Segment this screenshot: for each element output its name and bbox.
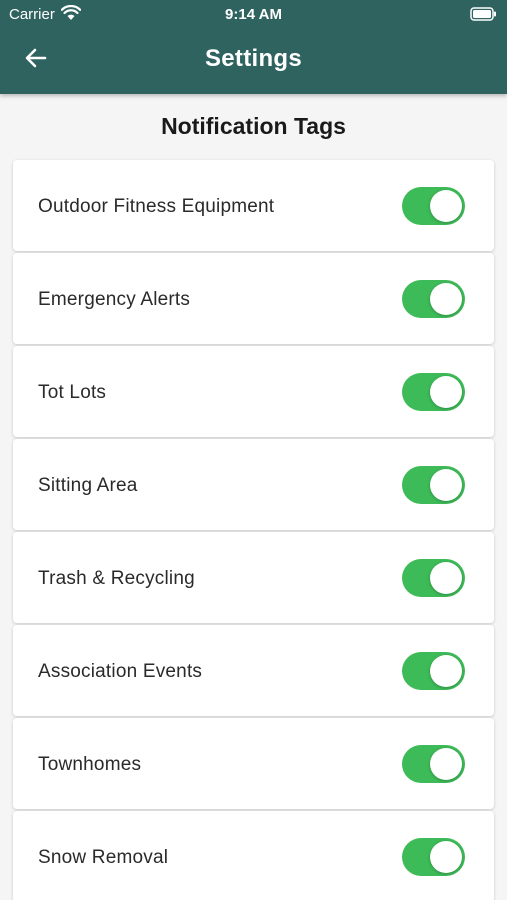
status-bar: Carrier 9:14 AM — [0, 0, 507, 28]
status-time: 9:14 AM — [225, 6, 282, 23]
tag-toggle[interactable] — [402, 838, 465, 876]
page-title: Settings — [204, 45, 303, 72]
tag-label: Association Events — [38, 661, 203, 682]
tag-toggle[interactable] — [402, 280, 465, 318]
toggle-knob — [430, 283, 462, 315]
section-title: Notification Tags — [161, 113, 346, 139]
tag-toggle[interactable] — [402, 373, 465, 411]
toggle-knob — [430, 376, 462, 408]
tag-label: Outdoor Fitness Equipment — [38, 196, 275, 217]
tag-toggle[interactable] — [402, 652, 465, 690]
list-item: Snow Removal — [13, 811, 494, 900]
notification-tags-list: Outdoor Fitness Equipment Emergency Aler… — [13, 160, 494, 900]
list-item: Outdoor Fitness Equipment — [13, 160, 494, 251]
tag-toggle[interactable] — [402, 559, 465, 597]
tag-label: Emergency Alerts — [38, 289, 191, 310]
toggle-knob — [430, 841, 462, 873]
tag-label: Sitting Area — [38, 475, 138, 496]
list-item: Association Events — [13, 625, 494, 716]
list-item: Sitting Area — [13, 439, 494, 530]
tag-toggle[interactable] — [402, 745, 465, 783]
list-item: Townhomes — [13, 718, 494, 809]
toggle-knob — [430, 562, 462, 594]
nav-bar: Settings — [0, 28, 507, 94]
tag-label: Townhomes — [38, 754, 142, 775]
toggle-knob — [430, 748, 462, 780]
app-header: Carrier 9:14 AM Settings — [0, 0, 507, 94]
tag-label: Tot Lots — [38, 382, 107, 403]
list-item: Trash & Recycling — [13, 532, 494, 623]
tag-toggle[interactable] — [402, 187, 465, 225]
battery-icon — [470, 7, 497, 21]
toggle-knob — [430, 655, 462, 687]
list-item: Tot Lots — [13, 346, 494, 437]
tag-label: Trash & Recycling — [38, 568, 195, 589]
toggle-knob — [430, 190, 462, 222]
tag-toggle[interactable] — [402, 466, 465, 504]
list-item: Emergency Alerts — [13, 253, 494, 344]
tag-label: Snow Removal — [38, 847, 169, 868]
toggle-knob — [430, 469, 462, 501]
